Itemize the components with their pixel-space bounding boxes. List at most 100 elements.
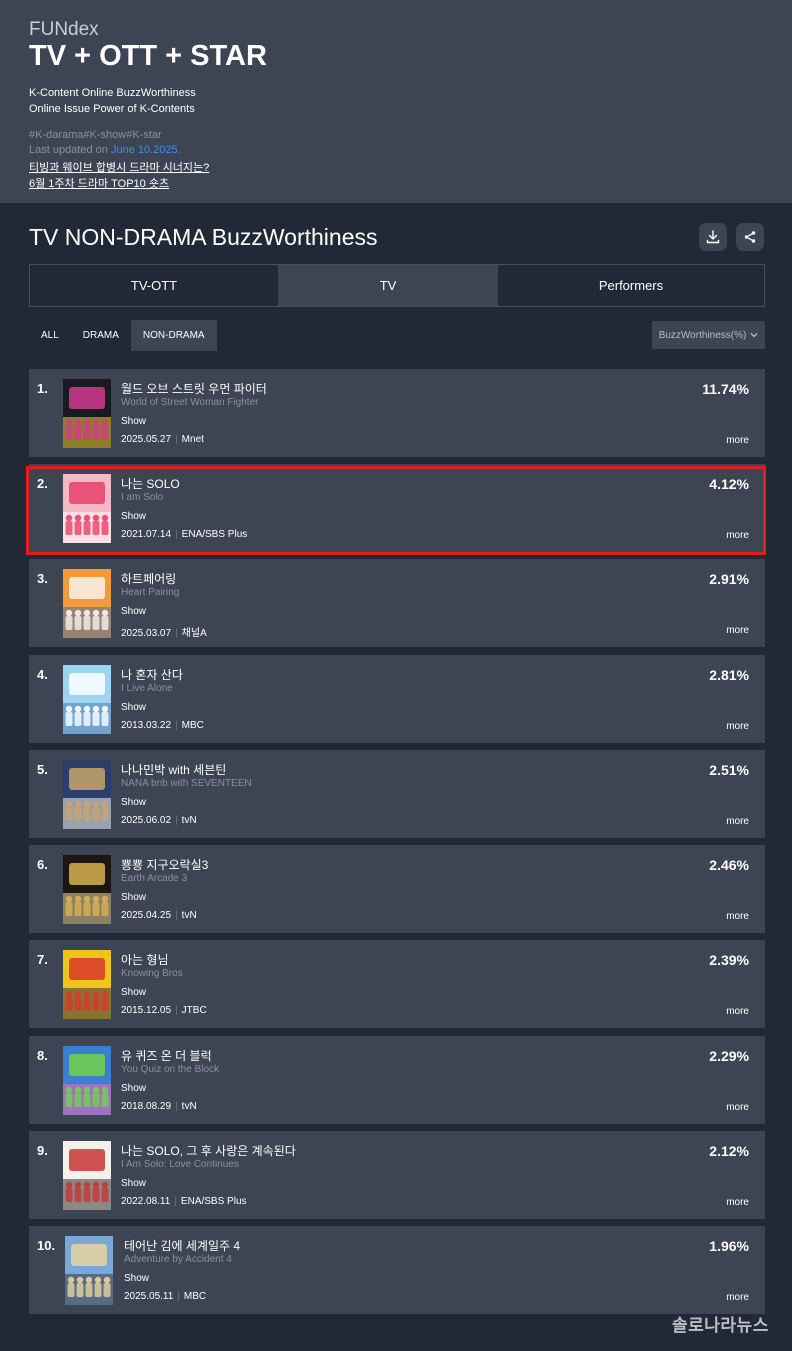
ranking-card[interactable]: 5. 나나민박 with 세븐틴 NANA bnb with SEVENTEEN Sh… <box>29 750 765 838</box>
rank-number: 6. <box>37 857 48 872</box>
more-link[interactable]: more <box>726 625 749 636</box>
subtitle-line-2: Online Issue Power of K-Contents <box>29 103 195 115</box>
release-date: 2025.06.02 <box>121 815 172 826</box>
release-date: 2013.03.22 <box>121 720 172 731</box>
buzz-percent: 2.51% <box>709 762 749 778</box>
poster-image[interactable] <box>65 1236 113 1305</box>
page-header: FUNdex TV + OTT + STAR K-Content Online … <box>0 0 792 203</box>
genre-label: Show <box>121 1178 147 1189</box>
ranking-card[interactable]: 6. 뿅뿅 지구오락실3 Earth Arcade 3 Show 2025.04.25 |… <box>29 845 765 933</box>
title-korean[interactable]: 뿅뿅 지구오락실3 <box>121 856 208 873</box>
title-english: You Quiz on the Block <box>121 1064 220 1075</box>
meta-divider: | <box>175 628 178 639</box>
subtitle-line-1: K-Content Online BuzzWorthiness <box>29 87 196 99</box>
rank-number: 9. <box>37 1143 48 1158</box>
release-date: 2022.08.11 <box>121 1196 171 1207</box>
poster-image[interactable] <box>63 379 111 448</box>
genre-label: Show <box>121 797 147 808</box>
buzz-percent: 11.74% <box>702 381 749 397</box>
title-english: Knowing Bros <box>121 968 183 979</box>
title-korean[interactable]: 아는 형님 <box>121 951 169 968</box>
highlight-box <box>26 466 766 555</box>
buzz-percent: 2.91% <box>709 571 749 587</box>
rank-number: 3. <box>37 571 48 586</box>
poster-image[interactable] <box>63 1141 111 1210</box>
channel-name: MBC <box>181 720 204 731</box>
rank-number: 5. <box>37 762 48 777</box>
watermark: 솔로나라뉴스 <box>672 1316 769 1335</box>
tab-performers[interactable]: Performers <box>498 265 764 306</box>
release-date: 2015.12.05 <box>121 1005 172 1016</box>
buzz-percent: 2.46% <box>709 857 749 873</box>
ranking-card[interactable]: 7. 아는 형님 Knowing Bros Show 2015.12.05 | JTBC 2.… <box>29 940 765 1028</box>
genre-label: Show <box>121 892 147 903</box>
title-english: I Am Solo: Love Continues <box>121 1159 239 1170</box>
release-date: 2025.05.27 <box>121 434 172 445</box>
sort-label: BuzzWorthiness(%) <box>658 329 747 341</box>
release-meta: 2013.03.22 | MBC <box>121 720 204 731</box>
title-korean[interactable]: 월드 오브 스트릿 우먼 파이터 <box>121 380 267 397</box>
poster-image[interactable] <box>63 855 111 924</box>
title-english: I Live Alone <box>121 683 173 694</box>
more-link[interactable]: more <box>726 1292 749 1303</box>
release-date: 2025.03.07 <box>121 628 172 639</box>
tab-tv-ott[interactable]: TV-OTT <box>30 265 278 306</box>
poster-image[interactable] <box>63 665 111 734</box>
more-link[interactable]: more <box>726 1006 749 1017</box>
ranking-card[interactable]: 9. 나는 SOLO, 그 후 사랑은 계속된다 I Am Solo: Love C… <box>29 1131 765 1219</box>
title-korean[interactable]: 테어난 김에 세계일주 4 <box>124 1237 240 1254</box>
rank-number: 1. <box>37 381 48 396</box>
sort-dropdown[interactable]: BuzzWorthiness(%) <box>652 321 765 349</box>
title-korean[interactable]: 나는 SOLO, 그 후 사랑은 계속된다 <box>121 1142 296 1159</box>
brand-name: FUNdex <box>29 19 99 40</box>
last-updated: Last updated on June 10.2025. <box>29 144 181 156</box>
article-link-1[interactable]: 티빙과 웨이브 합병시 드라마 시너지는? <box>29 159 209 175</box>
channel-name: MBC <box>183 1291 207 1302</box>
channel-name: 채널A <box>181 628 207 639</box>
filter-all[interactable]: ALL <box>29 320 71 351</box>
more-link[interactable]: more <box>726 816 749 827</box>
genre-label: Show <box>121 987 147 998</box>
meta-divider: | <box>177 1291 180 1302</box>
more-link[interactable]: more <box>726 1197 749 1208</box>
more-link[interactable]: more <box>726 1102 749 1113</box>
channel-name: tvN <box>181 815 197 826</box>
share-icon <box>744 231 756 243</box>
title-korean[interactable]: 나 혼자 산다 <box>121 666 183 683</box>
chevron-down-icon <box>750 333 758 338</box>
channel-name: Mnet <box>181 434 204 445</box>
more-link[interactable]: more <box>726 435 749 446</box>
share-button[interactable] <box>736 223 764 251</box>
ranking-card[interactable]: 4. 나 혼자 산다 I Live Alone Show 2013.03.22 | MBC 2… <box>29 655 765 743</box>
title-english: World of Street Woman Fighter <box>121 397 259 408</box>
download-button[interactable] <box>699 223 727 251</box>
poster-image[interactable] <box>63 950 111 1019</box>
title-korean[interactable]: 나나민박 with 세븐틴 <box>121 761 226 778</box>
title-english: Heart Pairing <box>121 587 180 598</box>
meta-divider: | <box>175 910 178 921</box>
last-updated-label: Last updated on <box>29 144 111 156</box>
poster-image[interactable] <box>63 1046 111 1115</box>
article-link-2[interactable]: 6월 1주차 드라마 TOP10 숏츠 <box>29 175 169 191</box>
more-link[interactable]: more <box>726 721 749 732</box>
ranking-card[interactable]: 3. 하트페어링 Heart Pairing Show 2025.03.07 | 채널A 2.… <box>29 559 765 647</box>
release-meta: 2025.06.02 | tvN <box>121 815 197 826</box>
tab-tv[interactable]: TV <box>278 265 498 306</box>
title-english: Adventure by Accident 4 <box>124 1254 232 1265</box>
rank-number: 7. <box>37 952 48 967</box>
title-korean[interactable]: 하트페어링 <box>121 570 176 587</box>
ranking-card[interactable]: 1. 월드 오브 스트릿 우먼 파이터 World of Street Woman … <box>29 369 765 457</box>
poster-image[interactable] <box>63 569 111 638</box>
more-link[interactable]: more <box>726 911 749 922</box>
ranking-card[interactable]: 10. 테어난 김에 세계일주 4 Adventure by Accident 4 S… <box>29 1226 765 1314</box>
filter-drama[interactable]: DRAMA <box>71 320 131 351</box>
title-korean[interactable]: 유 퀴즈 온 더 블럭 <box>121 1047 212 1064</box>
meta-divider: | <box>174 1196 177 1207</box>
ranking-card[interactable]: 8. 유 퀴즈 온 더 블럭 You Quiz on the Block Show 20… <box>29 1036 765 1124</box>
poster-image[interactable] <box>63 760 111 829</box>
genre-label: Show <box>124 1273 150 1284</box>
release-meta: 2022.08.11 | ENA/SBS Plus <box>121 1196 247 1207</box>
filter-non-drama[interactable]: NON-DRAMA <box>130 320 217 351</box>
category-tabs: TV-OTT TV Performers <box>29 264 765 307</box>
buzz-percent: 2.12% <box>709 1143 749 1159</box>
